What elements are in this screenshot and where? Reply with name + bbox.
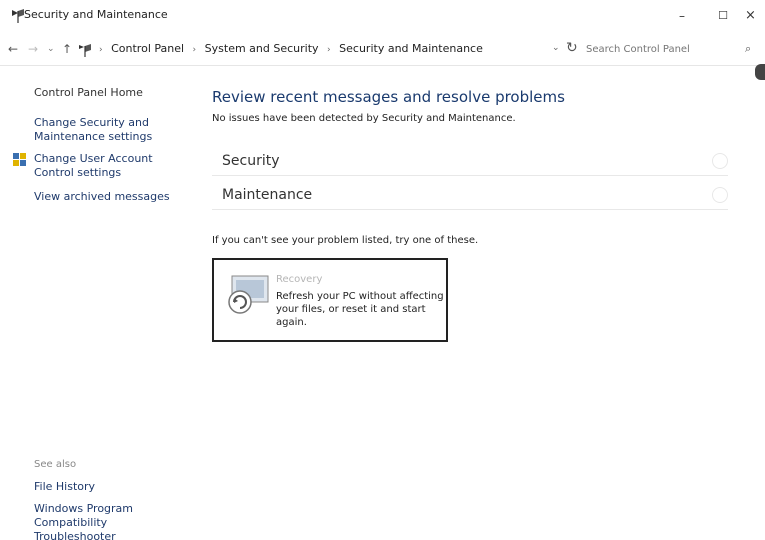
shield-icon [13,153,26,166]
see-also-heading: See also [34,459,77,470]
search-icon[interactable]: ⌕ [745,42,751,56]
maintenance-section-label: Maintenance [222,187,313,203]
recovery-title: Recovery [276,274,323,285]
breadcrumb-separator: › [192,45,197,55]
window-title: Security and Maintenance [24,8,168,21]
recovery-icon [228,275,269,314]
main-content: Review recent messages and resolve probl… [200,66,760,540]
recovery-tile[interactable]: Recovery Refresh your PC without affecti… [212,258,448,342]
title-bar: Security and Maintenance – ☐ × [0,0,765,34]
breadcrumb-control-panel[interactable]: Control Panel [111,42,184,55]
breadcrumb-system-and-security[interactable]: System and Security [205,42,319,55]
sidebar-item-view-archived-messages[interactable]: View archived messages [34,190,170,204]
close-button[interactable]: × [736,2,765,30]
up-button[interactable]: ↑ [62,42,72,56]
sidebar-item-change-uac-settings[interactable]: Change User Account Control settings [34,152,184,180]
expand-chevron-icon[interactable] [712,153,728,169]
search-input[interactable] [586,40,762,58]
expand-chevron-icon[interactable] [712,187,728,203]
forward-button[interactable]: → [28,42,38,56]
breadcrumb: › Control Panel › System and Security › … [94,42,483,55]
recovery-description: Refresh your PC without affecting your f… [276,291,444,328]
breadcrumb-separator: › [99,45,103,55]
breadcrumb-security-and-maintenance[interactable]: Security and Maintenance [339,42,483,55]
sidebar-item-file-history[interactable]: File History [34,480,95,494]
back-button[interactable]: ← [8,42,18,56]
troubleshoot-hint: If you can't see your problem listed, tr… [212,235,479,246]
maintenance-section-header[interactable]: Maintenance [212,180,728,210]
refresh-button[interactable]: ↻ [566,40,578,56]
security-section-label: Security [222,153,280,169]
sidebar-item-control-panel-home[interactable]: Control Panel Home [34,86,143,100]
sidebar-item-compatibility-troubleshooter[interactable]: Windows Program Compatibility Troublesho… [34,502,184,540]
address-dropdown-button[interactable]: ⌄ [552,43,560,53]
control-panel-flag-icon [79,44,91,57]
security-section-header[interactable]: Security [212,146,728,176]
address-bar: ← → ⌄ ↑ › Control Panel › System and Sec… [0,34,765,66]
sidebar: Control Panel Home Change Security and M… [0,66,200,540]
breadcrumb-separator: › [327,45,331,55]
minimize-button[interactable]: – [660,2,704,30]
status-message: No issues have been detected by Security… [212,113,516,124]
sidebar-item-change-security-settings[interactable]: Change Security and Maintenance settings [34,116,154,144]
page-title: Review recent messages and resolve probl… [212,88,565,106]
recent-locations-button[interactable]: ⌄ [47,44,55,54]
